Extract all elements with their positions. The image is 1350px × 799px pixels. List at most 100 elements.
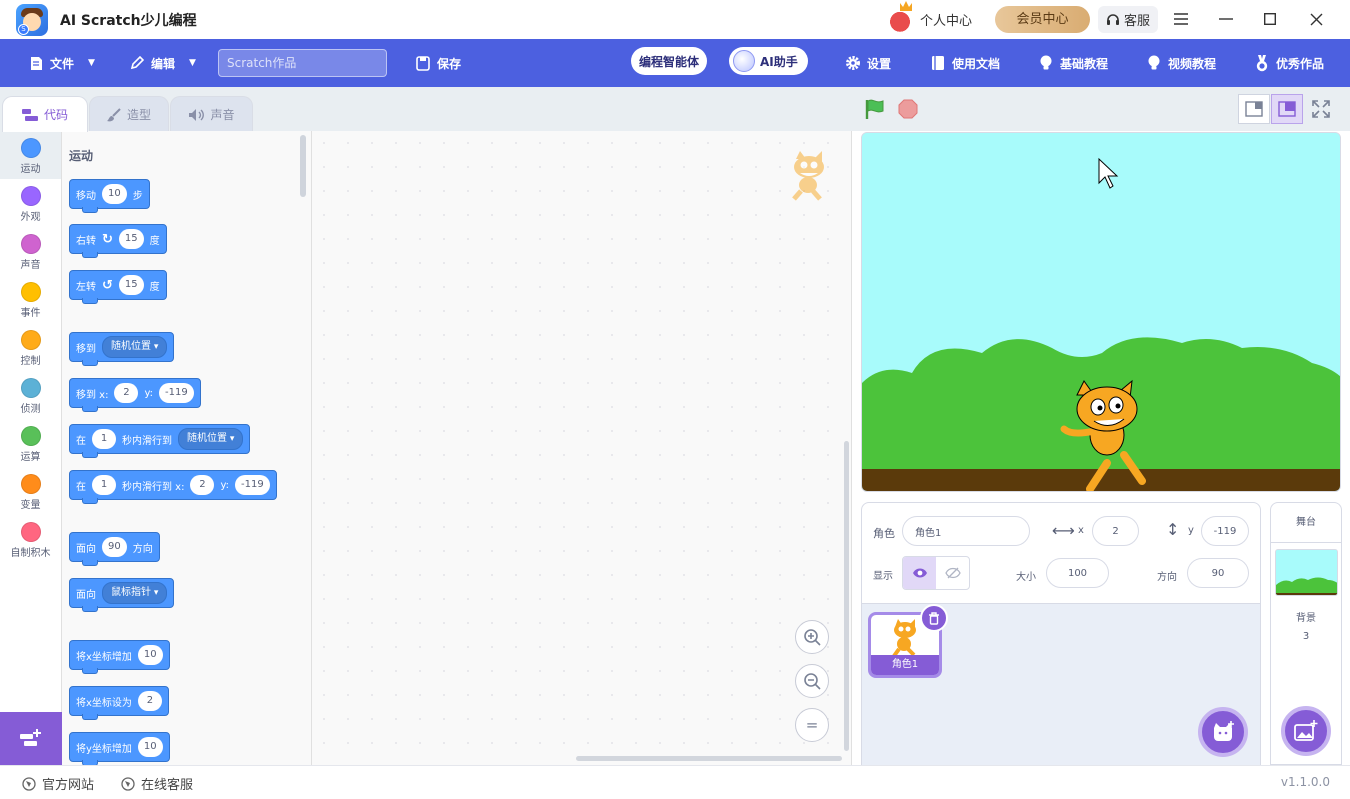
stage-thumbnail[interactable] <box>1275 549 1338 596</box>
show-sprite-button[interactable] <box>903 557 936 589</box>
size-input[interactable]: 100 <box>1046 558 1109 588</box>
gear-icon <box>845 55 861 71</box>
category-looks[interactable]: 外观 <box>0 179 61 227</box>
docs-button[interactable]: 使用文档 <box>930 39 1000 87</box>
zoom-reset-button[interactable]: = <box>795 708 829 742</box>
block-change-x[interactable]: 将x坐标增加 10 <box>69 640 170 674</box>
y-input[interactable]: -119 <box>1201 516 1249 546</box>
ai-agent-label: 编程智能体 <box>639 54 700 69</box>
direction-input[interactable]: 90 <box>1187 558 1249 588</box>
category-variables[interactable]: 变量 <box>0 467 61 515</box>
customer-service-button[interactable]: 客服 <box>1098 6 1158 33</box>
palette-scrollbar[interactable] <box>300 135 306 197</box>
block-input[interactable]: 10 <box>102 184 127 204</box>
showcase-button[interactable]: 优秀作品 <box>1254 39 1324 87</box>
script-vertical-scrollbar[interactable] <box>844 441 849 751</box>
docs-label: 使用文档 <box>952 56 1001 71</box>
block-point-towards[interactable]: 面向 鼠标指针 <box>69 578 175 612</box>
block-move-steps[interactable]: 移动 10 步 <box>69 179 150 213</box>
block-text: 右转 <box>76 235 96 247</box>
stage-selector[interactable]: 舞台 背景 3 <box>1270 502 1342 765</box>
official-site-link[interactable]: 官方网站 <box>22 774 94 793</box>
x-input[interactable]: 2 <box>1092 516 1139 546</box>
file-menu[interactable]: 文件 ▼ <box>28 39 95 87</box>
block-point-direction[interactable]: 面向 90 方向 <box>69 532 160 566</box>
add-extension-button[interactable] <box>0 712 62 765</box>
small-stage-button[interactable] <box>1238 94 1270 124</box>
block-input[interactable]: 10 <box>137 737 163 757</box>
choose-sprite-button[interactable] <box>1198 707 1248 757</box>
category-motion[interactable]: 运动 <box>0 131 61 179</box>
fullscreen-icon[interactable] <box>1312 100 1332 120</box>
block-glide-to[interactable]: 在 1 秒内滑行到 随机位置 <box>69 424 251 458</box>
save-button[interactable]: 保存 <box>415 39 461 87</box>
green-flag-icon[interactable] <box>864 98 886 120</box>
tab-sounds[interactable]: 声音 <box>170 96 253 132</box>
block-change-y[interactable]: 将y坐标增加 10 <box>69 732 170 765</box>
file-menu-label: 文件 <box>50 56 75 71</box>
block-goto[interactable]: 移到 随机位置 <box>69 332 175 366</box>
sprite-name-input[interactable]: 角色1 <box>902 516 1030 546</box>
block-input[interactable]: 15 <box>118 275 144 295</box>
zoom-in-button[interactable] <box>795 620 829 654</box>
script-horizontal-scrollbar[interactable] <box>576 756 842 761</box>
category-control[interactable]: 控制 <box>0 323 61 371</box>
block-text: 度 <box>149 235 160 247</box>
maximize-icon[interactable] <box>1256 6 1284 32</box>
block-input[interactable]: 10 <box>137 645 163 665</box>
block-dropdown[interactable]: 鼠标指针 <box>102 582 168 604</box>
category-events[interactable]: 事件 <box>0 275 61 323</box>
minimize-icon[interactable] <box>1212 6 1240 32</box>
stop-icon[interactable] <box>898 99 918 119</box>
menu-icon[interactable] <box>1167 6 1195 32</box>
block-input[interactable]: -119 <box>235 475 270 495</box>
project-title-input[interactable] <box>218 49 387 77</box>
online-service-link[interactable]: 在线客服 <box>121 774 193 793</box>
tab-costumes[interactable]: 造型 <box>89 96 169 132</box>
block-input[interactable]: 1 <box>92 475 116 495</box>
add-sprite-icon <box>1214 721 1234 741</box>
block-goto-xy[interactable]: 移到 x: 2 y: -119 <box>69 378 201 412</box>
script-area[interactable]: = <box>312 131 852 765</box>
block-dropdown[interactable]: 随机位置 <box>178 428 244 450</box>
ai-helper-button[interactable]: AI助手 <box>729 47 808 75</box>
category-operators[interactable]: 运算 <box>0 419 61 467</box>
delete-sprite-button[interactable] <box>920 604 948 632</box>
block-input[interactable]: 90 <box>102 537 127 557</box>
block-set-x[interactable]: 将x坐标设为 2 <box>69 686 169 720</box>
ai-agent-button[interactable]: 编程智能体 <box>631 47 708 75</box>
pencil-icon <box>129 55 145 71</box>
block-glide-xy[interactable]: 在 1 秒内滑行到 x: 2 y: -119 <box>69 470 277 504</box>
block-dropdown[interactable]: 随机位置 <box>102 336 168 358</box>
hide-sprite-button[interactable] <box>936 557 969 589</box>
block-input[interactable]: 2 <box>114 383 139 403</box>
settings-button[interactable]: 设置 <box>845 39 891 87</box>
tab-sounds-label: 声音 <box>210 108 235 122</box>
normal-stage-button[interactable] <box>1271 94 1303 124</box>
video-tutorial-button[interactable]: 视频教程 <box>1146 39 1216 87</box>
vip-center-button[interactable]: 会员中心 <box>995 6 1090 33</box>
block-input[interactable]: 1 <box>92 429 116 449</box>
block-turn-right[interactable]: 右转 ↻ 15 度 <box>69 224 167 258</box>
block-text: 面向 <box>76 589 96 601</box>
block-input[interactable]: 2 <box>190 475 215 495</box>
block-text: y: <box>220 479 230 491</box>
trash-icon <box>929 611 939 625</box>
block-input[interactable]: -119 <box>159 383 194 403</box>
stage-canvas[interactable] <box>861 132 1341 492</box>
edit-menu[interactable]: 编辑 ▼ <box>129 39 196 87</box>
app-window: S AI Scratch少儿编程 个人中心 会员中心 客服 文件 ▼ 编辑 ▼ … <box>0 0 1350 799</box>
close-icon[interactable] <box>1302 6 1330 32</box>
zoom-out-button[interactable] <box>795 664 829 698</box>
settings-label: 设置 <box>867 56 892 71</box>
tab-code[interactable]: 代码 <box>2 96 88 132</box>
block-input[interactable]: 2 <box>137 691 162 711</box>
block-input[interactable]: 15 <box>118 229 144 249</box>
choose-backdrop-button[interactable] <box>1281 706 1331 756</box>
category-sensing[interactable]: 侦测 <box>0 371 61 419</box>
block-turn-left[interactable]: 左转 ↺ 15 度 <box>69 270 167 304</box>
basic-tutorial-button[interactable]: 基础教程 <box>1038 39 1108 87</box>
category-my-blocks[interactable]: 自制积木 <box>0 515 61 563</box>
category-sound[interactable]: 声音 <box>0 227 61 275</box>
user-center-button[interactable]: 个人中心 <box>886 1 972 34</box>
